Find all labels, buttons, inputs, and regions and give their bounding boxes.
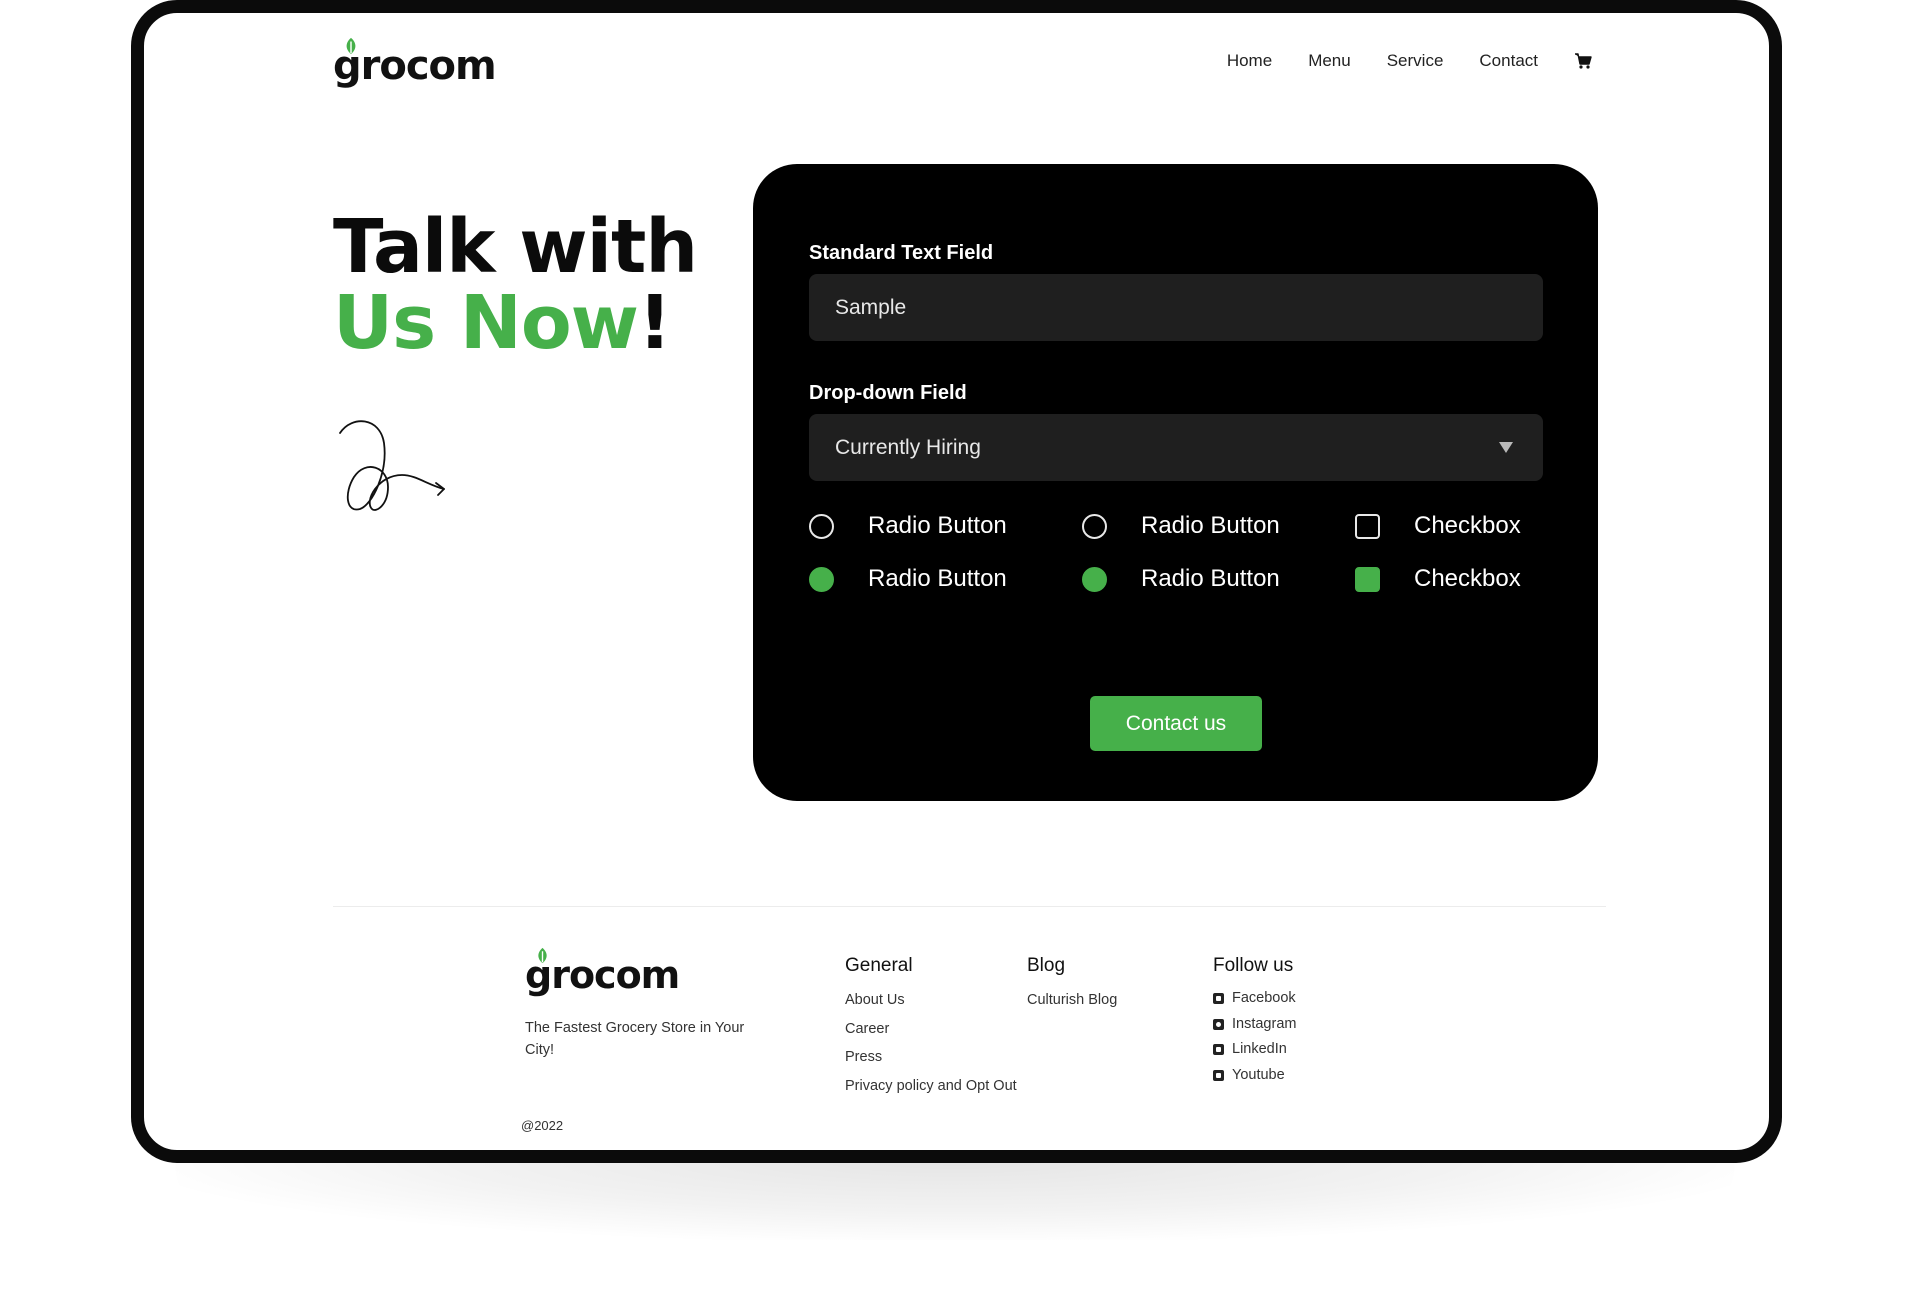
radio-button-4[interactable]: Radio Button	[1082, 565, 1280, 593]
radio-button-3[interactable]: Radio Button	[809, 565, 1007, 593]
checkbox-1[interactable]: Checkbox	[1355, 512, 1521, 540]
footer-follow-column: Follow us Facebook Instagram LinkedIn Yo…	[1213, 955, 1296, 1088]
footer-follow-title: Follow us	[1213, 955, 1294, 976]
nav-menu[interactable]: Menu	[1308, 51, 1351, 71]
leaf-icon	[538, 947, 547, 964]
contact-us-button[interactable]: Contact us	[1090, 696, 1262, 751]
caret-down-icon	[1499, 442, 1513, 453]
youtube-icon	[1213, 1069, 1224, 1081]
header-logo[interactable]: grocom	[333, 37, 497, 89]
main-nav: Home Menu Service Contact	[1227, 51, 1592, 71]
radio-empty-icon	[1082, 513, 1107, 539]
footer-link-privacy[interactable]: Privacy policy and Opt Out	[845, 1072, 1017, 1101]
facebook-icon	[1213, 993, 1224, 1005]
radio-empty-icon	[809, 513, 834, 539]
hero-line-1: Talk with	[333, 204, 698, 290]
footer-link-press[interactable]: Press	[845, 1043, 1017, 1072]
nav-contact[interactable]: Contact	[1479, 51, 1538, 71]
social-label: Instagram	[1232, 1015, 1297, 1032]
footer-link-facebook[interactable]: Facebook	[1213, 986, 1296, 1012]
radio-selected-icon	[1082, 566, 1107, 592]
footer-link-instagram[interactable]: Instagram	[1213, 1012, 1296, 1038]
footer-logo[interactable]: grocom	[525, 947, 680, 997]
cart-icon[interactable]	[1574, 53, 1592, 69]
radio-selected-icon	[809, 566, 834, 592]
footer-blog-title: Blog	[1027, 955, 1066, 976]
page: grocom Home Menu Service Contact Talk wi…	[0, 0, 1911, 1301]
social-label: Facebook	[1232, 990, 1296, 1006]
radio-label: Radio Button	[868, 565, 1007, 592]
dropdown-field[interactable]: Currently Hiring	[809, 414, 1543, 481]
footer-link-youtube[interactable]: Youtube	[1213, 1063, 1296, 1089]
footer-general-title: General	[845, 955, 913, 976]
hero-exclamation: !	[638, 280, 672, 366]
text-field[interactable]: Sample	[809, 274, 1543, 341]
checkbox-2[interactable]: Checkbox	[1355, 565, 1521, 593]
radio-button-2[interactable]: Radio Button	[1082, 512, 1280, 540]
radio-button-1[interactable]: Radio Button	[809, 512, 1007, 540]
hero-line-2: Us Now!	[333, 285, 697, 361]
linkedin-icon	[1213, 1044, 1224, 1056]
social-label: Youtube	[1232, 1066, 1285, 1083]
contact-form-card: Standard Text Field Sample Drop-down Fie…	[753, 164, 1598, 801]
nav-service[interactable]: Service	[1387, 51, 1444, 71]
radio-label: Radio Button	[868, 512, 1007, 539]
footer-general-column: General About Us Career Press Privacy po…	[845, 955, 1017, 1100]
checkbox-checked-icon	[1355, 566, 1380, 592]
radio-label: Radio Button	[1141, 565, 1280, 592]
nav-home[interactable]: Home	[1227, 51, 1272, 71]
hero-heading: Talk with Us Now!	[333, 204, 698, 361]
text-field-label: Standard Text Field	[809, 242, 994, 264]
checkbox-label: Checkbox	[1414, 512, 1521, 539]
instagram-icon	[1213, 1018, 1224, 1030]
squiggle-arrow-icon	[339, 420, 445, 511]
leaf-icon	[346, 37, 356, 55]
checkbox-label: Checkbox	[1414, 565, 1521, 592]
footer-divider	[333, 906, 1606, 907]
checkbox-empty-icon	[1355, 513, 1380, 539]
device-frame: grocom Home Menu Service Contact Talk wi…	[131, 0, 1782, 1163]
footer-link-culturish-blog[interactable]: Culturish Blog	[1027, 986, 1117, 1015]
footer-link-linkedin[interactable]: LinkedIn	[1213, 1037, 1296, 1063]
footer-tagline: The Fastest Grocery Store in Your City!	[525, 1020, 745, 1058]
footer-blog-column: Blog Culturish Blog	[1027, 955, 1117, 1015]
footer-link-about-us[interactable]: About Us	[845, 986, 1017, 1015]
dropdown-label: Drop-down Field	[809, 382, 967, 404]
radio-label: Radio Button	[1141, 512, 1280, 539]
dropdown-value: Currently Hiring	[835, 435, 981, 459]
footer-link-career[interactable]: Career	[845, 1015, 1017, 1044]
hero-highlight: Us Now	[333, 280, 639, 366]
copyright: @2022	[521, 1118, 564, 1133]
social-label: LinkedIn	[1232, 1041, 1287, 1057]
